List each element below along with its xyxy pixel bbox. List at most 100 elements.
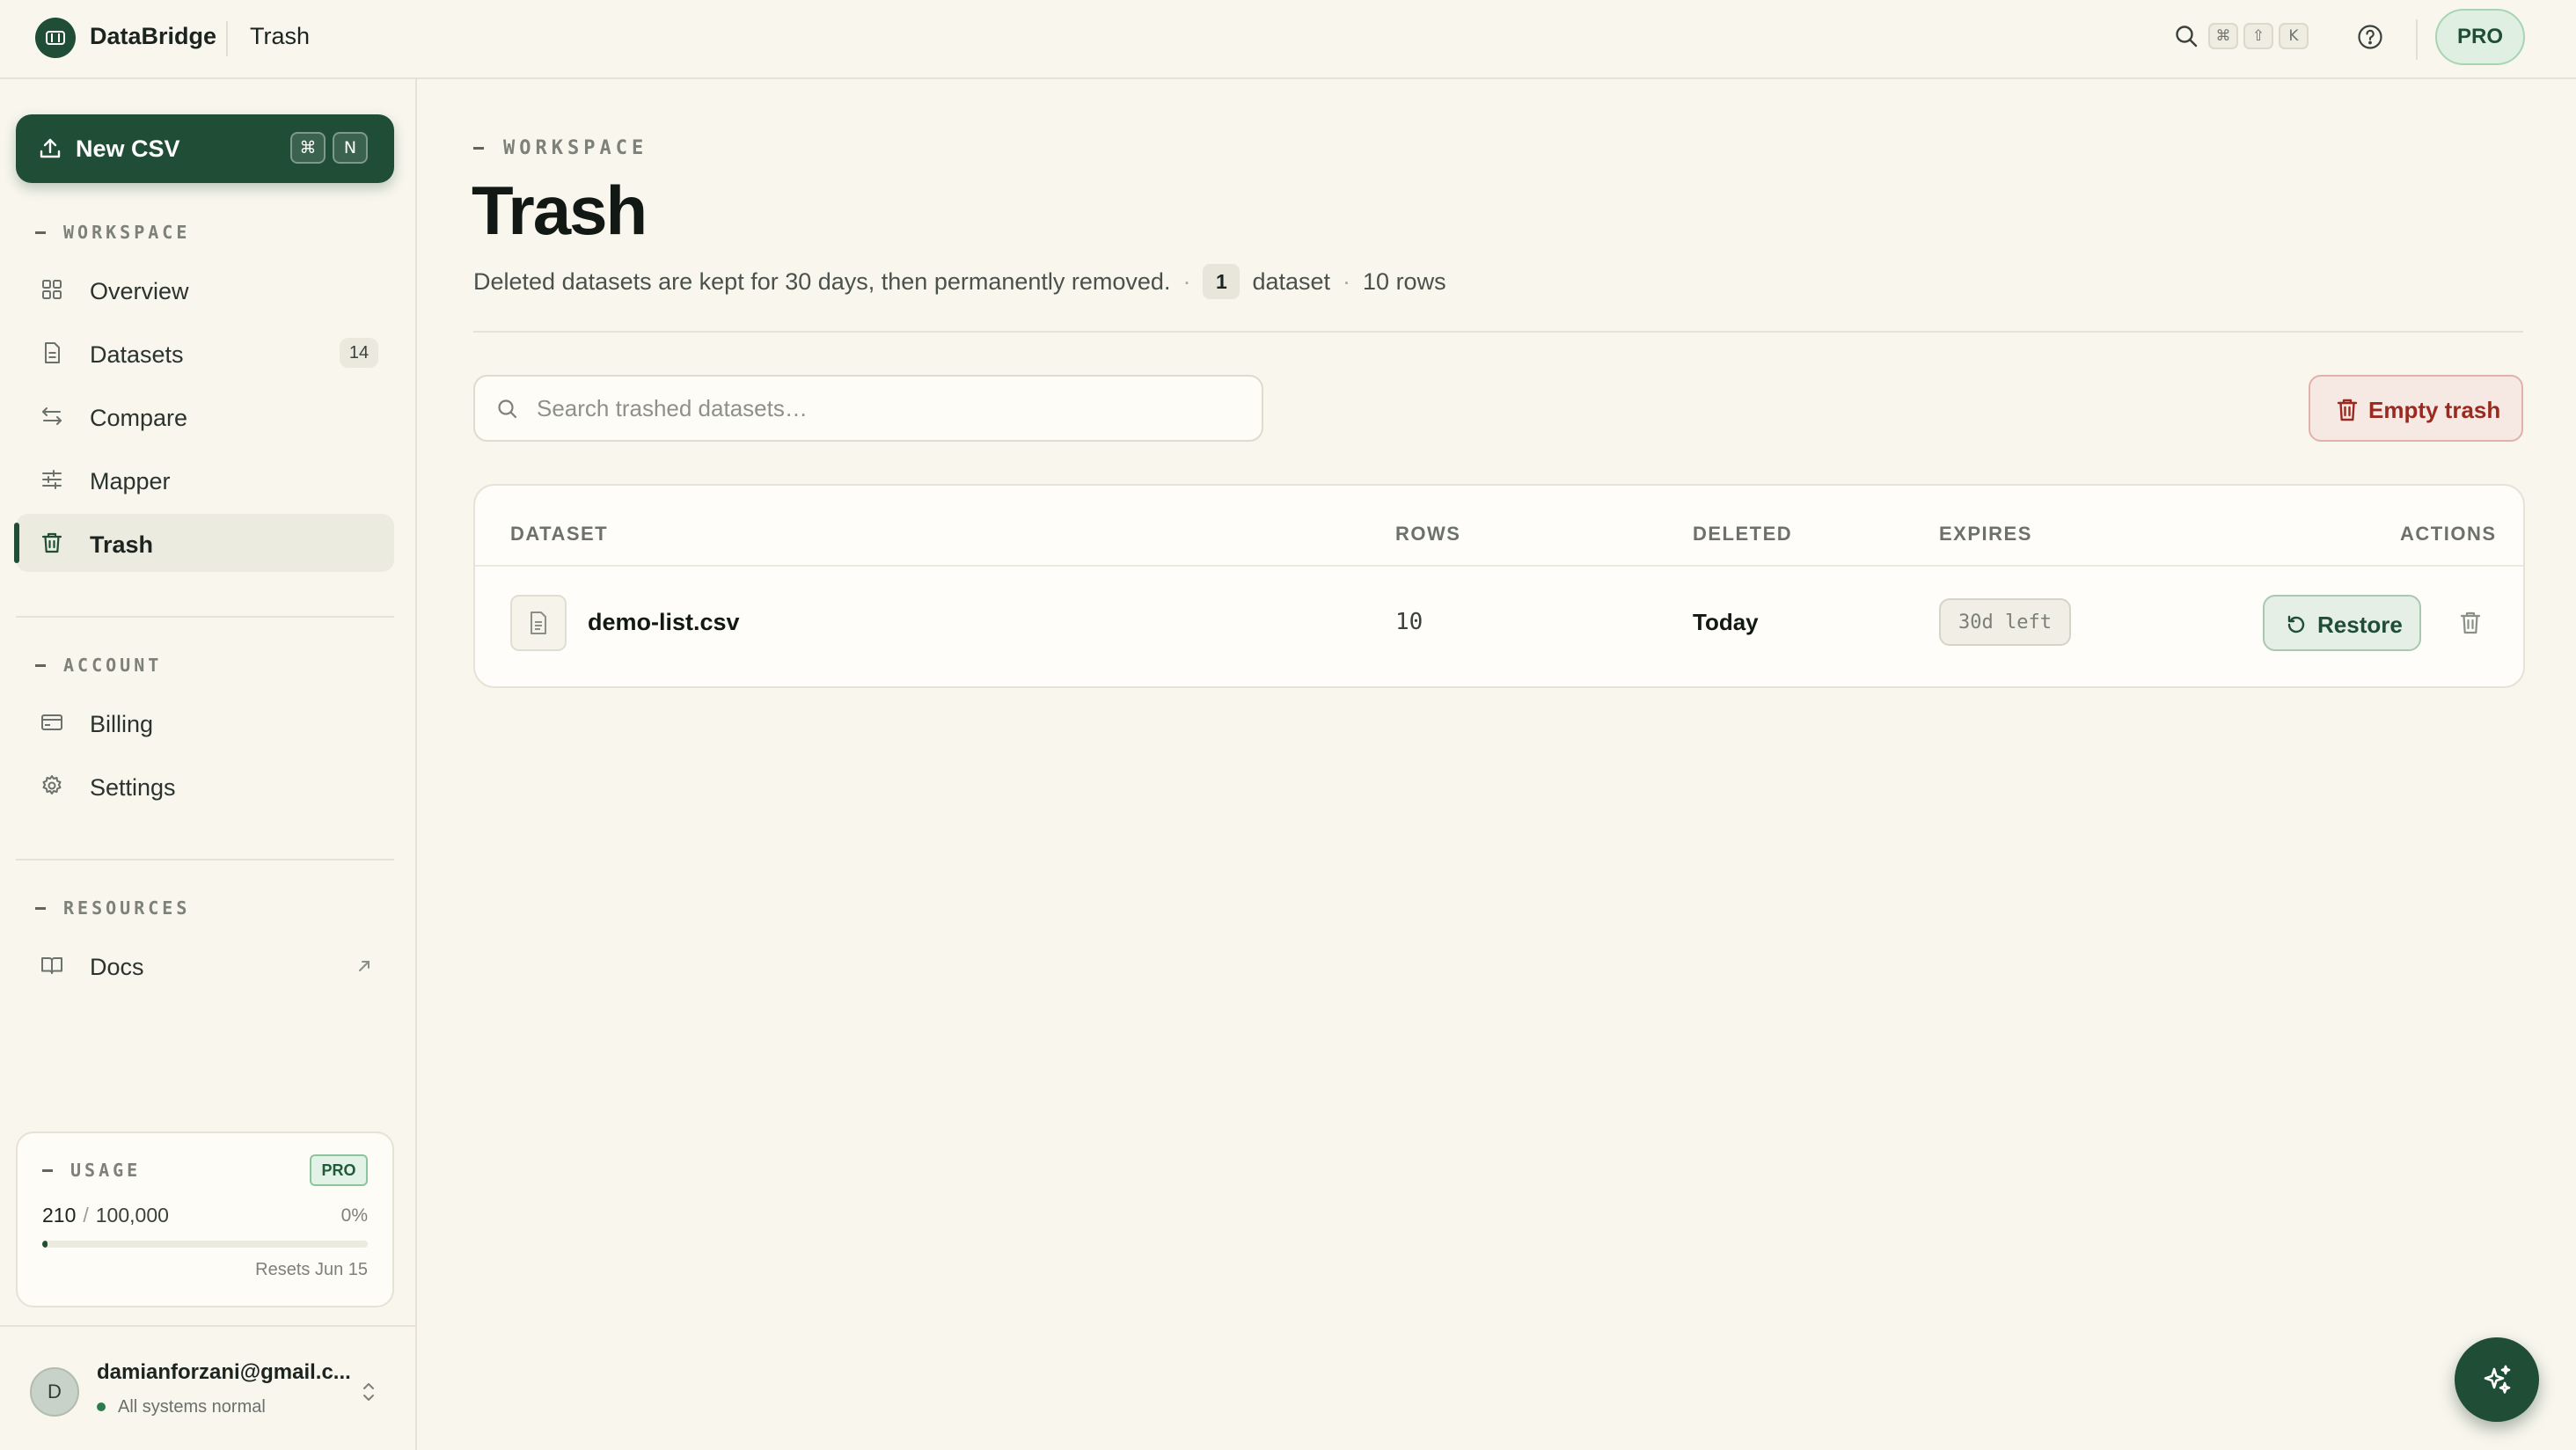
section-label-text: ACCOUNT xyxy=(63,655,163,676)
usage-plan-badge: PRO xyxy=(310,1154,368,1186)
header-divider xyxy=(473,331,2523,333)
gear-icon xyxy=(40,774,63,797)
sidebar-divider xyxy=(16,616,394,618)
sidebar-item-label: Settings xyxy=(90,774,176,801)
sidebar-item-label: Overview xyxy=(90,278,189,304)
column-header-deleted[interactable]: DELETED xyxy=(1693,523,1792,546)
dataset-count-label: dataset xyxy=(1252,267,1331,295)
user-menu[interactable]: D damianforzani@gmail.c... All systems n… xyxy=(0,1325,417,1450)
help-icon[interactable] xyxy=(2356,23,2384,51)
chevron-up-down-icon[interactable] xyxy=(359,1380,378,1404)
usage-label: USAGE xyxy=(42,1160,141,1181)
sidebar-item-label: Billing xyxy=(90,711,154,737)
column-header-expires[interactable]: EXPIRES xyxy=(1939,523,2032,546)
new-csv-button[interactable]: New CSV ⌘ N xyxy=(16,114,394,183)
usage-progress-fill xyxy=(42,1241,48,1248)
breadcrumb-divider xyxy=(226,21,228,56)
page-title: Trash xyxy=(472,172,648,249)
new-csv-label: New CSV xyxy=(76,135,180,162)
restore-button[interactable]: Restore xyxy=(2263,595,2421,651)
section-label-workspace: WORKSPACE xyxy=(35,222,190,243)
section-label-text: WORKSPACE xyxy=(63,222,191,243)
sidebar-item-settings[interactable]: Settings xyxy=(16,757,394,815)
file-icon xyxy=(510,595,567,651)
section-label-text: RESOURCES xyxy=(63,897,191,919)
sidebar-item-label: Mapper xyxy=(90,468,171,494)
sidebar-item-label: Datasets xyxy=(90,341,184,368)
sidebar-item-docs[interactable]: Docs xyxy=(16,936,394,994)
status-dot-icon xyxy=(97,1402,106,1411)
usage-count: 210/100,000 xyxy=(42,1204,169,1227)
sidebar-item-overview[interactable]: Overview xyxy=(16,260,394,319)
shortcut-key-n: N xyxy=(333,132,368,164)
shortcut-key-shift: ⇧ xyxy=(2243,23,2273,49)
user-email: damianforzani@gmail.c... xyxy=(97,1360,351,1384)
empty-trash-button[interactable]: Empty trash xyxy=(2309,375,2523,442)
dataset-row-count: 10 xyxy=(1395,609,1423,635)
sidebar-divider xyxy=(16,859,394,860)
external-link-icon xyxy=(355,957,373,975)
system-status: All systems normal xyxy=(118,1397,266,1417)
shortcut-key-cmd: ⌘ xyxy=(290,132,326,164)
upload-icon xyxy=(37,135,63,162)
search-icon xyxy=(496,398,519,421)
dataset-expiry-badge: 30d left xyxy=(1939,598,2071,646)
usage-percent: 0% xyxy=(340,1205,368,1226)
search-icon[interactable] xyxy=(2173,23,2199,49)
sliders-icon xyxy=(40,468,63,491)
dataset-deleted-date: Today xyxy=(1693,609,1759,635)
column-header-rows[interactable]: ROWS xyxy=(1395,523,1460,546)
breadcrumb-current: Trash xyxy=(250,23,311,49)
search-field[interactable] xyxy=(473,375,1263,442)
shortcut-key-cmd: ⌘ xyxy=(2208,23,2238,49)
trash-icon xyxy=(2337,398,2358,422)
plan-badge[interactable]: PRO xyxy=(2435,9,2525,65)
sidebar-item-datasets[interactable]: Datasets 14 xyxy=(16,324,394,382)
page-eyebrow: WORKSPACE xyxy=(473,137,648,159)
sidebar-item-mapper[interactable]: Mapper xyxy=(16,450,394,509)
sidebar-item-compare[interactable]: Compare xyxy=(16,387,394,445)
datasets-count-badge: 14 xyxy=(340,338,378,368)
section-label-account: ACCOUNT xyxy=(35,655,162,676)
column-header-actions: ACTIONS xyxy=(2400,523,2497,545)
restore-label: Restore xyxy=(2317,611,2403,638)
sidebar-item-label: Trash xyxy=(90,531,154,558)
search-input[interactable] xyxy=(537,389,1240,428)
shortcut-key-k: K xyxy=(2279,23,2309,49)
dataset-count-badge: 1 xyxy=(1203,264,1240,299)
main-content: WORKSPACE Trash Deleted datasets are kep… xyxy=(417,79,2576,1450)
top-bar: DataBridge Trash ⌘ ⇧ K PRO xyxy=(0,0,2576,79)
usage-card: USAGE PRO 210/100,000 0% Resets Jun 15 xyxy=(16,1131,394,1307)
brand-name[interactable]: DataBridge xyxy=(90,23,216,50)
usage-progress-bar xyxy=(42,1241,368,1248)
table-header-divider xyxy=(475,565,2523,567)
avatar: D xyxy=(30,1367,79,1417)
rows-summary: 10 rows xyxy=(1363,267,1446,295)
sidebar: New CSV ⌘ N WORKSPACE Overview Datasets … xyxy=(0,79,417,1450)
credit-card-icon xyxy=(40,711,63,734)
sidebar-item-label: Compare xyxy=(90,405,188,431)
ai-assistant-button[interactable] xyxy=(2455,1337,2539,1422)
usage-used: 210 xyxy=(42,1204,77,1227)
section-label-resources: RESOURCES xyxy=(35,897,190,919)
file-icon xyxy=(40,341,63,364)
empty-trash-label: Empty trash xyxy=(2368,397,2501,423)
page-eyebrow-text: WORKSPACE xyxy=(503,137,648,159)
topbar-divider xyxy=(2416,19,2418,60)
retention-note: Deleted datasets are kept for 30 days, t… xyxy=(473,267,1171,295)
search-shortcut: ⌘ ⇧ K xyxy=(2208,23,2309,49)
dataset-name[interactable]: demo-list.csv xyxy=(588,609,740,636)
usage-label-text: USAGE xyxy=(70,1160,142,1181)
new-csv-shortcut: ⌘ N xyxy=(290,132,368,164)
column-header-dataset[interactable]: DATASET xyxy=(510,523,608,546)
grid-icon xyxy=(40,278,63,301)
sidebar-item-trash[interactable]: Trash xyxy=(14,514,394,572)
sidebar-item-billing[interactable]: Billing xyxy=(16,693,394,751)
trash-table: DATASET ROWS DELETED EXPIRES ACTIONS dem… xyxy=(473,484,2525,688)
active-indicator xyxy=(14,523,19,563)
brand-logo-icon[interactable] xyxy=(35,18,76,58)
delete-permanently-icon[interactable] xyxy=(2460,611,2481,635)
usage-reset-date: Resets Jun 15 xyxy=(255,1260,368,1279)
restore-icon xyxy=(2286,614,2307,635)
book-icon xyxy=(40,954,63,977)
